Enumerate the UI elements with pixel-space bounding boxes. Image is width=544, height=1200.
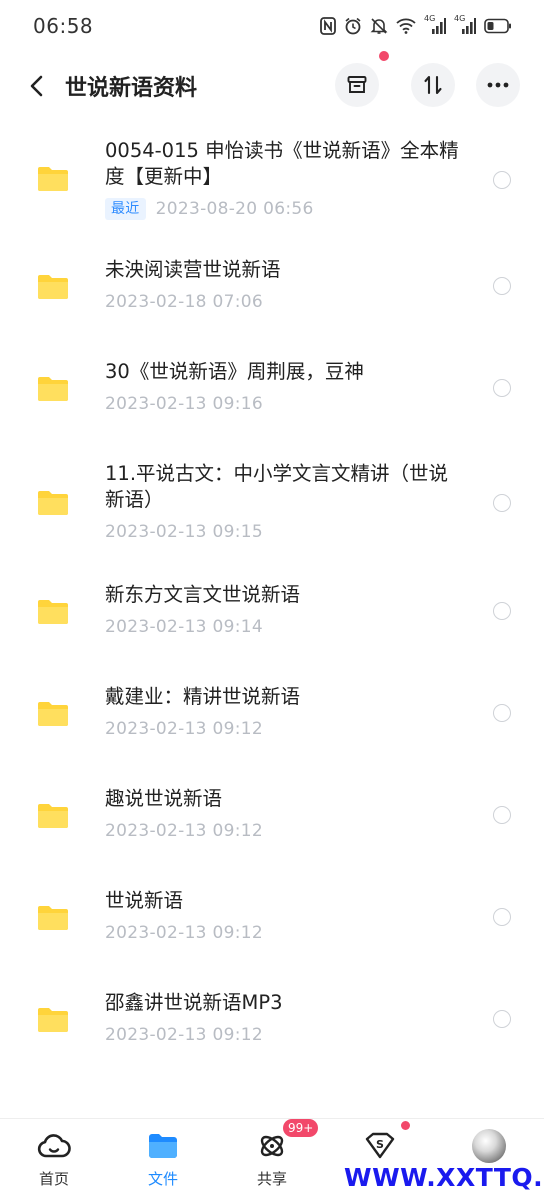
folder-icon <box>38 906 68 930</box>
modified-time: 2023-02-13 09:12 <box>105 821 263 841</box>
svg-text:S: S <box>376 1138 384 1151</box>
archive-button[interactable] <box>335 63 379 107</box>
header: 世说新语资料 <box>0 51 544 116</box>
signal-4g-icon: 4G <box>454 14 476 35</box>
folder-name: 11.平说古文：中小学文言文精讲（世说新语） <box>105 462 449 511</box>
folder-name: 新东方文言文世说新语 <box>105 583 301 606</box>
modified-time: 2023-02-13 09:12 <box>105 923 263 943</box>
select-radio[interactable] <box>493 277 511 295</box>
folder-icon <box>38 600 68 624</box>
folder-row[interactable]: 0054-015 申怡读书《世说新语》全本精度【更新中】 最近 2023-08-… <box>0 138 544 228</box>
modified-time: 2023-02-13 09:12 <box>105 719 263 739</box>
screen: 06:58 4G 4G 世说新语资料 0054-015 申怡读书《世说新语》全本… <box>0 0 544 1200</box>
avatar <box>472 1129 506 1163</box>
folder-icon <box>38 1008 68 1032</box>
modified-time: 2023-02-18 07:06 <box>105 292 263 312</box>
folder-row[interactable]: 11.平说古文：中小学文言文精讲（世说新语） 2023-02-13 09:15 <box>0 461 544 551</box>
watermark: WWW.XXTTQ.COM <box>344 1163 544 1192</box>
more-icon <box>487 82 509 88</box>
folder-icon <box>38 702 68 726</box>
folder-row[interactable]: 邵鑫讲世说新语MP3 2023-02-13 09:12 <box>0 990 544 1060</box>
folder-name: 趣说世说新语 <box>105 787 223 810</box>
nav-label: 首页 <box>38 1170 69 1188</box>
folder-icon <box>38 275 68 299</box>
cloud-home-icon <box>37 1134 71 1158</box>
notification-badge: 99+ <box>283 1119 319 1137</box>
folder-row[interactable]: 趣说世说新语 2023-02-13 09:12 <box>0 786 544 856</box>
nav-home[interactable]: 首页 <box>9 1119 99 1200</box>
recent-badge: 最近 <box>105 198 146 220</box>
folder-name: 0054-015 申怡读书《世说新语》全本精度【更新中】 <box>105 139 459 188</box>
select-radio[interactable] <box>493 379 511 397</box>
select-radio[interactable] <box>493 806 511 824</box>
back-button[interactable] <box>22 68 50 104</box>
folder-row[interactable]: 30《世说新语》周荆展，豆神 2023-02-13 09:16 <box>0 359 544 429</box>
signal-4g-icon: 4G <box>424 14 446 35</box>
nav-label: 文件 <box>147 1170 178 1188</box>
select-radio[interactable] <box>493 1010 511 1028</box>
select-radio[interactable] <box>493 908 511 926</box>
sort-icon <box>424 75 442 95</box>
folder-row[interactable]: 未泱阅读营世说新语 2023-02-18 07:06 <box>0 257 544 327</box>
chevron-left-icon <box>30 75 43 97</box>
wifi-icon <box>396 18 416 34</box>
folder-name: 戴建业：精讲世说新语 <box>105 685 301 708</box>
mute-icon <box>370 17 388 35</box>
select-radio[interactable] <box>493 704 511 722</box>
folder-icon <box>38 167 68 191</box>
modified-time: 2023-02-13 09:15 <box>105 522 263 542</box>
notification-dot <box>379 51 389 61</box>
folder-icon <box>38 377 68 401</box>
folder-icon <box>38 804 68 828</box>
archive-icon <box>347 76 367 93</box>
folder-name: 世说新语 <box>105 889 184 912</box>
folder-icon <box>38 491 68 515</box>
network-label: 4G <box>454 14 466 23</box>
page-title: 世说新语资料 <box>65 76 198 101</box>
folder-name: 30《世说新语》周荆展，豆神 <box>105 360 364 383</box>
network-label: 4G <box>424 14 436 23</box>
select-radio[interactable] <box>493 171 511 189</box>
folder-name: 未泱阅读营世说新语 <box>105 258 281 281</box>
folder-row[interactable]: 新东方文言文世说新语 2023-02-13 09:14 <box>0 582 544 652</box>
more-button[interactable] <box>476 63 520 107</box>
status-icons: 4G 4G <box>320 14 512 37</box>
folder-name: 邵鑫讲世说新语MP3 <box>105 991 283 1014</box>
sort-button[interactable] <box>411 63 455 107</box>
nav-label: 共享 <box>256 1170 287 1188</box>
share-orbit-icon <box>260 1135 284 1157</box>
folder-row[interactable]: 戴建业：精讲世说新语 2023-02-13 09:12 <box>0 684 544 754</box>
modified-time: 2023-02-13 09:16 <box>105 394 263 414</box>
nfc-icon <box>320 17 336 35</box>
modified-time: 2023-08-20 06:56 <box>155 199 314 219</box>
wallet-s-icon: S <box>365 1132 395 1159</box>
nav-files[interactable]: 文件 <box>118 1119 208 1200</box>
battery-icon <box>484 18 512 34</box>
folder-icon <box>149 1134 177 1158</box>
select-radio[interactable] <box>493 602 511 620</box>
select-radio[interactable] <box>493 494 511 512</box>
alarm-icon <box>344 17 362 35</box>
notification-dot <box>401 1121 410 1130</box>
modified-time: 2023-02-13 09:12 <box>105 1025 263 1045</box>
status-time: 06:58 <box>33 14 94 38</box>
modified-time: 2023-02-13 09:14 <box>105 617 263 637</box>
status-bar: 06:58 4G 4G <box>0 0 544 52</box>
folder-row[interactable]: 世说新语 2023-02-13 09:12 <box>0 888 544 958</box>
nav-share[interactable]: 99+ 共享 <box>227 1119 319 1200</box>
